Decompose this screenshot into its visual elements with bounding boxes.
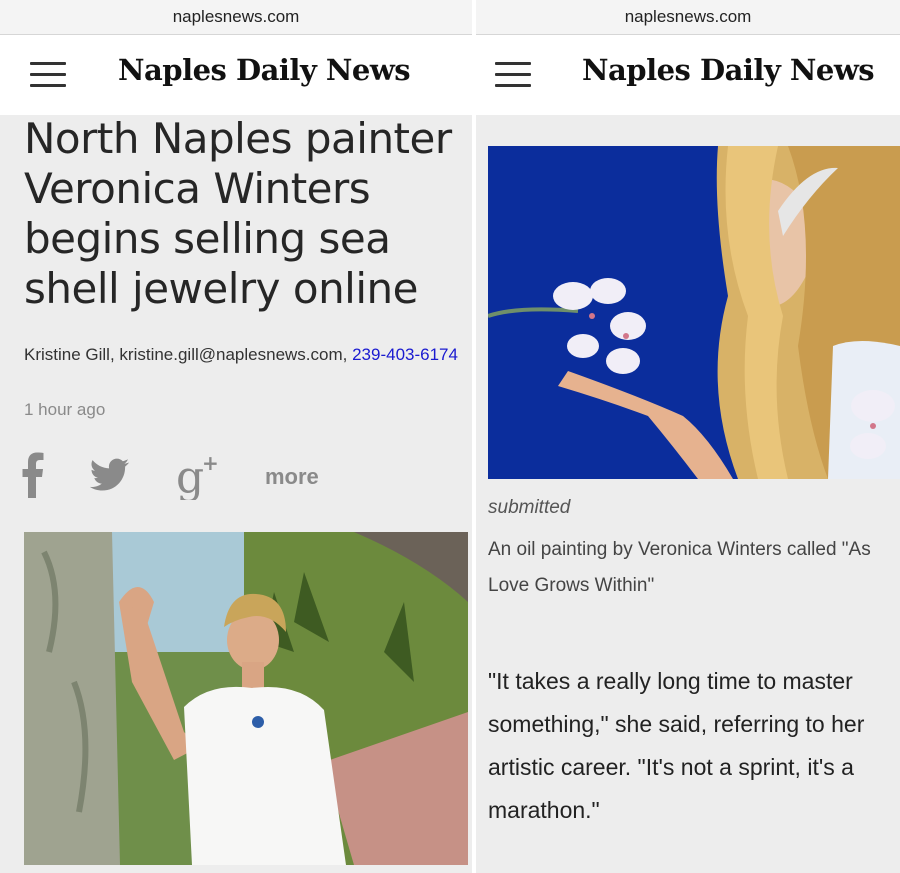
url-bar[interactable]: naplesnews.com	[0, 0, 472, 35]
byline-phone-link[interactable]: 239-403-6174	[352, 345, 458, 364]
url-bar[interactable]: naplesnews.com	[476, 0, 900, 35]
site-header: Naples Daily News	[0, 35, 472, 115]
left-screen: naplesnews.com Naples Daily News North N…	[0, 0, 472, 873]
article-timestamp: 1 hour ago	[24, 400, 106, 419]
paragraph-line: artistic career. "It's not a sprint, it'…	[488, 754, 854, 780]
share-more-link[interactable]: more	[265, 464, 319, 490]
byline-author: Kristine Gill, kristine.gill@naplesnews.…	[24, 345, 353, 364]
paragraph-line: "It takes a really long time to master	[488, 668, 853, 694]
svg-text:g: g	[176, 452, 204, 500]
caption-line: Love Grows Within"	[488, 575, 655, 596]
google-plus-icon[interactable]: g +	[176, 452, 222, 500]
paragraph-line: something," she said, referring to her	[488, 711, 865, 737]
twitter-icon[interactable]	[90, 458, 130, 492]
menu-icon[interactable]	[30, 62, 66, 88]
site-logo[interactable]: Naples Daily News	[582, 53, 875, 87]
menu-icon[interactable]	[495, 62, 531, 88]
site-header: Naples Daily News	[476, 35, 900, 115]
site-logo[interactable]: Naples Daily News	[118, 53, 411, 87]
painting-image[interactable]	[488, 146, 900, 479]
article-headline: North Naples painter Veronica Winters be…	[24, 114, 452, 313]
paragraph-line: marathon."	[488, 797, 600, 823]
svg-text:+: +	[202, 452, 219, 475]
article-paragraph: "It takes a really long time to master s…	[488, 660, 900, 832]
caption-line: An oil painting by Veronica Winters call…	[488, 539, 871, 560]
image-caption: An oil painting by Veronica Winters call…	[488, 532, 900, 604]
article-photo[interactable]	[24, 532, 468, 865]
image-credit: submitted	[488, 497, 571, 518]
facebook-icon[interactable]	[22, 452, 44, 498]
right-screen: naplesnews.com Naples Daily News submitt…	[476, 0, 900, 873]
article-byline: Kristine Gill, kristine.gill@naplesnews.…	[24, 342, 470, 367]
